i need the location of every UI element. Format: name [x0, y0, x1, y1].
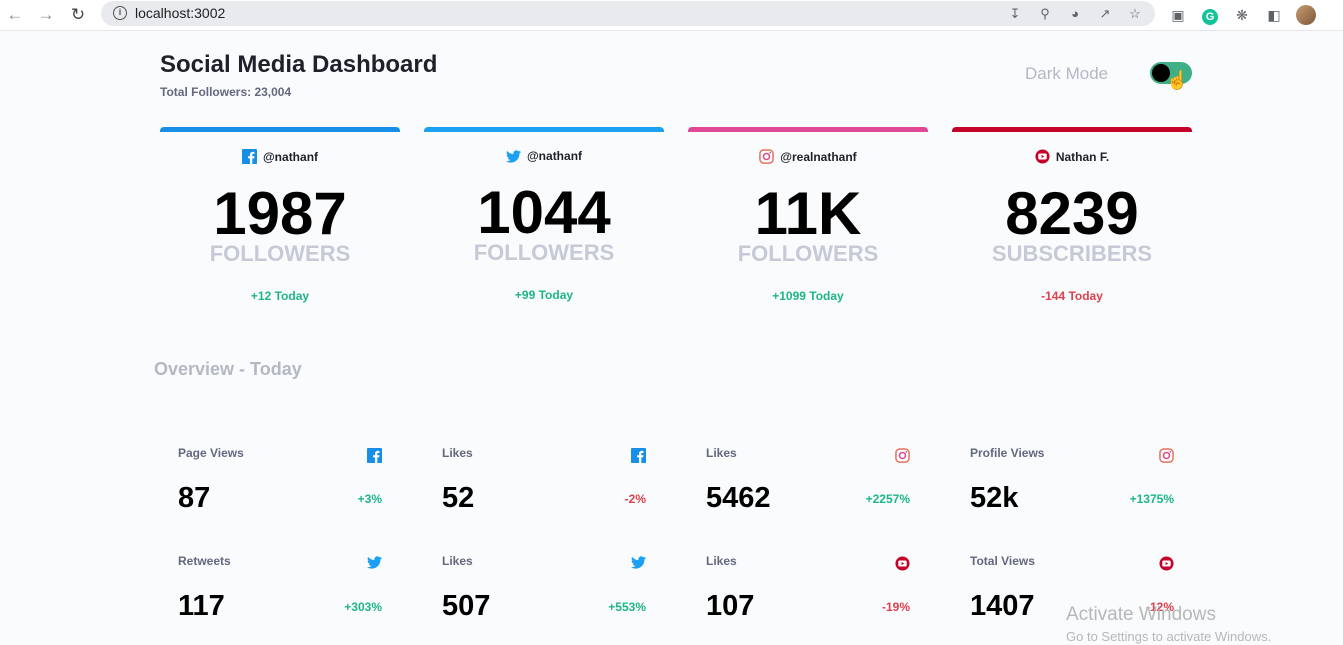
overview-percent: -19% — [881, 600, 910, 614]
overview-percent: +303% — [344, 600, 382, 614]
site-info-icon[interactable]: i — [113, 6, 127, 20]
twitter-icon — [367, 556, 382, 569]
share-icon[interactable]: ↗ — [1095, 4, 1115, 23]
instagram-icon — [759, 149, 775, 164]
subscriber-unit: SUBSCRIBERS — [991, 241, 1153, 266]
today-delta: -144 Today — [1041, 289, 1103, 303]
page-title: Social Media Dashboard — [160, 51, 438, 78]
overview-percent: -2% — [624, 492, 646, 506]
card-instagram: @realnathanf 11K FOLLOWERS +1099 Today — [688, 127, 928, 335]
overview-value: 52k — [970, 482, 1019, 514]
overview-card-facebook-likes: Likes 52 -2% — [424, 446, 664, 546]
extension-icon[interactable]: ▣ — [1166, 3, 1190, 27]
overview-percent: +3% — [357, 492, 382, 506]
follower-unit: FOLLOWERS — [473, 240, 615, 265]
card-handle: Nathan F. — [952, 149, 1192, 164]
card-accent-bar — [952, 127, 1192, 132]
puzzle-icon[interactable]: ❋ — [1230, 3, 1254, 27]
profile-avatar[interactable] — [1294, 3, 1318, 27]
overview-label: Likes — [442, 446, 473, 460]
overview-label: Page Views — [178, 446, 244, 460]
back-icon[interactable]: ← — [3, 3, 27, 27]
performance-icon[interactable]: ◕ — [1065, 4, 1085, 23]
hand-cursor-icon: ☝ — [1166, 70, 1189, 90]
zoom-icon[interactable]: ⚲ — [1035, 4, 1055, 23]
address-bar[interactable]: i localhost:3002 ↧ ⚲ ◕ ↗ ☆ — [101, 1, 1155, 26]
card-handle: @realnathanf — [688, 149, 928, 164]
facebook-icon — [241, 149, 257, 164]
overview-label: Likes — [442, 554, 473, 568]
dark-mode-label: Dark Mode — [1025, 64, 1109, 83]
follower-unit: FOLLOWERS — [209, 241, 351, 266]
subscriber-count: 8239 — [1005, 180, 1139, 247]
youtube-icon — [1035, 149, 1050, 164]
overview-label: Likes — [706, 554, 737, 568]
bookmark-star-icon[interactable]: ☆ — [1125, 4, 1145, 23]
overview-card-twitter-likes: Likes 507 +553% — [424, 554, 664, 645]
install-icon[interactable]: ↧ — [1005, 4, 1025, 23]
address-url[interactable]: localhost:3002 — [135, 5, 225, 21]
card-twitter: @nathanf 1044 FOLLOWERS +99 Today — [424, 127, 664, 335]
overview-card-instagram-likes: Likes 5462 +2257% — [688, 446, 928, 546]
overview-value: 1407 — [970, 590, 1035, 622]
overview-value: 107 — [706, 590, 755, 622]
today-delta: +99 Today — [514, 288, 574, 302]
reload-icon[interactable]: ↻ — [66, 3, 90, 27]
twitter-icon — [631, 556, 646, 569]
overview-label: Total Views — [970, 554, 1035, 568]
overview-percent: +1375% — [1129, 492, 1174, 506]
activation-watermark-text: Go to Settings to activate Windows. — [1066, 629, 1272, 644]
handle-text: @nathanf — [262, 149, 319, 164]
facebook-icon — [367, 448, 382, 463]
instagram-icon — [1159, 448, 1174, 463]
youtube-icon — [1159, 556, 1174, 571]
overview-value: 117 — [178, 590, 225, 622]
overview-label: Profile Views — [970, 446, 1045, 460]
overview-percent: +2257% — [865, 492, 910, 506]
overview-value: 87 — [178, 482, 211, 514]
card-accent-bar — [688, 127, 928, 132]
overview-label: Likes — [706, 446, 737, 460]
today-delta: +12 Today — [250, 289, 310, 303]
overview-card-youtube-likes: Likes 107 -19% — [688, 554, 928, 645]
total-followers: Total Followers: 23,004 — [160, 85, 292, 99]
grammarly-icon[interactable]: G — [1198, 3, 1222, 27]
overview-card-instagram-profile-views: Profile Views 52k +1375% — [952, 446, 1192, 546]
handle-text: Nathan F. — [1055, 149, 1110, 164]
card-handle: @nathanf — [160, 149, 400, 164]
card-facebook: @nathanf 1987 FOLLOWERS +12 Today — [160, 127, 400, 335]
activation-watermark-title: Activate Windows — [1066, 604, 1216, 625]
browser-toolbar: ← → ↻ i localhost:3002 ↧ ⚲ ◕ ↗ ☆ ▣ G ❋ ◧ — [0, 0, 1343, 31]
side-panel-icon[interactable]: ◧ — [1262, 3, 1286, 27]
card-accent-bar — [160, 127, 400, 132]
overview-label: Retweets — [178, 554, 231, 568]
follower-count: 1987 — [213, 180, 347, 247]
twitter-icon — [505, 149, 521, 163]
youtube-icon — [895, 556, 910, 571]
overview-card-facebook-page-views: Page Views 87 +3% — [160, 446, 400, 546]
today-delta: +1099 Today — [772, 289, 844, 303]
instagram-icon — [895, 448, 910, 463]
card-youtube: Nathan F. 8239 SUBSCRIBERS -144 Today — [952, 127, 1192, 335]
overview-title: Overview - Today — [154, 359, 302, 379]
overview-percent: +553% — [608, 600, 646, 614]
overview-value: 52 — [442, 482, 475, 514]
overview-value: 507 — [442, 590, 491, 622]
follower-unit: FOLLOWERS — [737, 241, 879, 266]
overview-value: 5462 — [706, 482, 771, 514]
forward-icon[interactable]: → — [34, 3, 58, 27]
handle-text: @nathanf — [526, 149, 583, 163]
follower-count: 11K — [754, 180, 862, 247]
follower-count: 1044 — [477, 179, 611, 246]
card-handle: @nathanf — [424, 149, 664, 163]
facebook-icon — [631, 448, 646, 463]
card-accent-bar — [424, 127, 664, 132]
handle-text: @realnathanf — [780, 149, 857, 164]
overview-card-twitter-retweets: Retweets 117 +303% — [160, 554, 400, 645]
